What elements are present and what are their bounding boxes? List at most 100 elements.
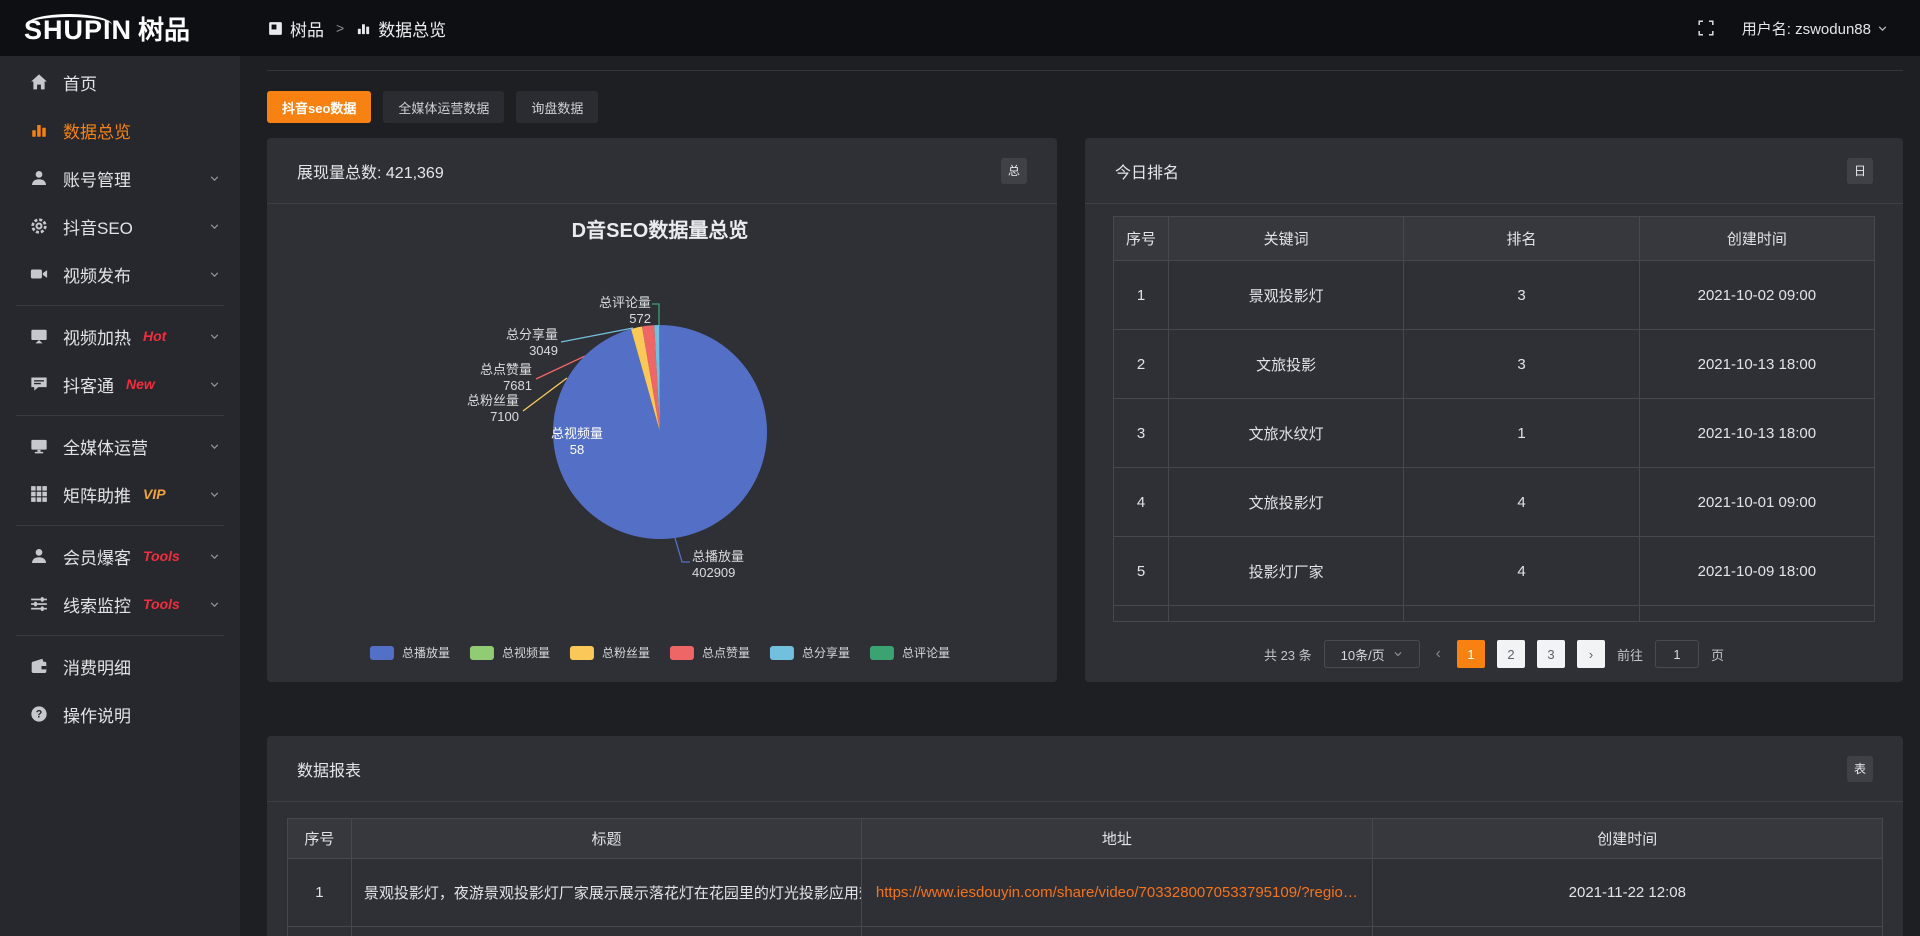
- sidebar-item-label: 抖音SEO: [63, 214, 133, 239]
- chart-title: D音SEO数据量总览: [572, 214, 749, 243]
- page-size-select[interactable]: 10条/页: [1324, 640, 1420, 668]
- fullscreen-icon[interactable]: [1698, 20, 1714, 36]
- legend-label: 总视频量: [502, 644, 550, 661]
- breadcrumb-root[interactable]: 树品: [268, 16, 324, 41]
- chart-icon: [30, 121, 48, 139]
- table-header-row: 序号标题地址创建时间: [288, 819, 1883, 859]
- table-cell: 2021-10-09 18:00: [1639, 537, 1874, 606]
- page-button-3[interactable]: 3: [1537, 640, 1565, 668]
- sidebar-item-矩阵助推[interactable]: 矩阵助推 VIP: [0, 470, 240, 518]
- chevron-down-icon: [209, 599, 220, 610]
- sidebar-item-操作说明[interactable]: ?操作说明: [0, 690, 240, 738]
- chevron-down-icon: [209, 269, 220, 280]
- sidebar-item-label: 视频加热: [63, 324, 131, 349]
- sidebar-item-视频加热[interactable]: 视频加热Hot: [0, 312, 240, 360]
- breadcrumb-current[interactable]: 数据总览: [356, 16, 446, 41]
- chart-legend: 总播放量 总视频量 总粉丝量 总点赞量 总分享量 总评论量: [370, 644, 950, 661]
- tab-抖音seo数据[interactable]: 抖音seo数据: [267, 91, 371, 123]
- app-logo[interactable]: SHUPIN 树品: [0, 10, 240, 47]
- page-button-2[interactable]: 2: [1497, 640, 1525, 668]
- sidebar-item-线索监控[interactable]: 线索监控 Tools: [0, 580, 240, 628]
- ranking-panel: 今日排名 日 序号关键词排名创建时间1景观投影灯32021-10-02 09:0…: [1085, 138, 1903, 682]
- legend-item-总评论量[interactable]: 总评论量: [870, 644, 950, 661]
- pie-label-name: 总播放量: [692, 549, 842, 565]
- sidebar-item-视频发布[interactable]: 视频发布: [0, 250, 240, 298]
- pie-label-name: 总粉丝量: [369, 393, 519, 409]
- pie-label-value: 7100: [369, 409, 519, 425]
- table-cell: 文旅投影: [1169, 330, 1404, 399]
- table-row: 1景观投影灯，夜游景观投影灯厂家展示展示落花灯在花园里的灯光投影应用效果 #ht…: [288, 859, 1883, 927]
- overview-panel-title: 展现量总数: 421,369: [297, 159, 444, 183]
- ranking-table: 序号关键词排名创建时间1景观投影灯32021-10-02 09:002文旅投影3…: [1113, 216, 1875, 622]
- user-menu[interactable]: 用户名: zswodun88: [1742, 18, 1888, 39]
- table-cell: 2: [1114, 330, 1169, 399]
- next-page-button[interactable]: ›: [1577, 640, 1605, 668]
- chevron-down-icon: [209, 221, 220, 232]
- breadcrumb-current-label: 数据总览: [378, 16, 446, 41]
- sidebar-item-抖客通[interactable]: 抖客通New: [0, 360, 240, 408]
- pie-label-value: 402909: [692, 565, 842, 581]
- table-row: 5投影灯厂家42021-10-09 18:00: [1114, 537, 1875, 606]
- table-cell: 2021-11-22 12:08: [1372, 859, 1882, 927]
- logo-text-cn: 树品: [138, 10, 190, 47]
- chevron-down-icon: [209, 441, 220, 452]
- table-cell: 文旅水纹灯: [1169, 399, 1404, 468]
- legend-label: 总评论量: [902, 644, 950, 661]
- video-icon: [30, 265, 48, 283]
- prev-page-button[interactable]: ‹: [1432, 645, 1445, 663]
- sidebar-item-数据总览[interactable]: 数据总览: [0, 106, 240, 154]
- ranking-panel-title: 今日排名: [1115, 159, 1179, 183]
- sidebar-item-label: 账号管理: [63, 166, 131, 191]
- legend-item-总粉丝量[interactable]: 总粉丝量: [570, 644, 650, 661]
- legend-swatch: [870, 646, 894, 660]
- legend-label: 总播放量: [402, 644, 450, 661]
- chevron-down-icon: [209, 379, 220, 390]
- legend-item-总点赞量[interactable]: 总点赞量: [670, 644, 750, 661]
- column-header: 创建时间: [1639, 217, 1874, 261]
- home-icon: [30, 73, 48, 91]
- sidebar: 首页数据总览账号管理抖音SEO视频发布视频加热Hot抖客通New全媒体运营矩阵助…: [0, 56, 240, 936]
- tab-全媒体运营数据[interactable]: 全媒体运营数据: [383, 91, 504, 123]
- legend-swatch: [470, 646, 494, 660]
- sidebar-item-label: 视频发布: [63, 262, 131, 287]
- sidebar-item-label: 矩阵助推: [63, 482, 131, 507]
- sidebar-item-抖音SEO[interactable]: 抖音SEO: [0, 202, 240, 250]
- table-cell: 4: [1114, 468, 1169, 537]
- legend-item-总视频量[interactable]: 总视频量: [470, 644, 550, 661]
- column-header: 地址: [862, 819, 1372, 859]
- column-header: 标题: [351, 819, 861, 859]
- legend-item-总分享量[interactable]: 总分享量: [770, 644, 850, 661]
- legend-item-总播放量[interactable]: 总播放量: [370, 644, 450, 661]
- sidebar-item-会员爆客[interactable]: 会员爆客Tools: [0, 532, 240, 580]
- header-right: 用户名: zswodun88: [1698, 18, 1888, 39]
- sidebar-badge: Tools: [143, 596, 180, 612]
- total-view-button[interactable]: 总: [1001, 158, 1027, 184]
- empty-row: [288, 927, 1883, 936]
- sidebar-divider: [16, 635, 224, 636]
- page-button-1[interactable]: 1: [1457, 640, 1485, 668]
- daily-view-button[interactable]: 日: [1847, 158, 1873, 184]
- monitor-icon: [30, 437, 48, 455]
- sidebar-badge: VIP: [143, 486, 166, 502]
- sidebar-divider: [16, 305, 224, 306]
- goto-page-input[interactable]: [1655, 640, 1699, 668]
- report-panel: 数据报表 表 序号标题地址创建时间1景观投影灯，夜游景观投影灯厂家展示展示落花灯…: [267, 736, 1903, 936]
- sidebar-item-label: 线索监控: [63, 592, 131, 617]
- wallet-icon: [30, 657, 48, 675]
- table-cell: 2021-10-13 18:00: [1639, 330, 1874, 399]
- sidebar-item-首页[interactable]: 首页: [0, 58, 240, 106]
- sidebar-divider: [16, 525, 224, 526]
- table-cell: 2021-10-01 09:00: [1639, 468, 1874, 537]
- report-link[interactable]: https://www.iesdouyin.com/share/video/70…: [876, 884, 1358, 901]
- pie-chart: D音SEO数据量总览 总播放量总视频量总粉丝量总点赞量总分享量总评论量 总播放量…: [267, 204, 1057, 681]
- tab-询盘数据[interactable]: 询盘数据: [516, 91, 598, 123]
- table-view-button[interactable]: 表: [1847, 756, 1873, 782]
- sidebar-item-全媒体运营[interactable]: 全媒体运营: [0, 422, 240, 470]
- pie-label-总播放量: 总播放量402909: [692, 549, 842, 581]
- sidebar-item-label: 会员爆客: [63, 544, 131, 569]
- sidebar-item-label: 首页: [63, 70, 97, 95]
- sidebar-item-账号管理[interactable]: 账号管理: [0, 154, 240, 202]
- sidebar-item-消费明细[interactable]: 消费明细: [0, 642, 240, 690]
- table-cell: 2021-10-02 09:00: [1639, 261, 1874, 330]
- sidebar-item-label: 消费明细: [63, 654, 131, 679]
